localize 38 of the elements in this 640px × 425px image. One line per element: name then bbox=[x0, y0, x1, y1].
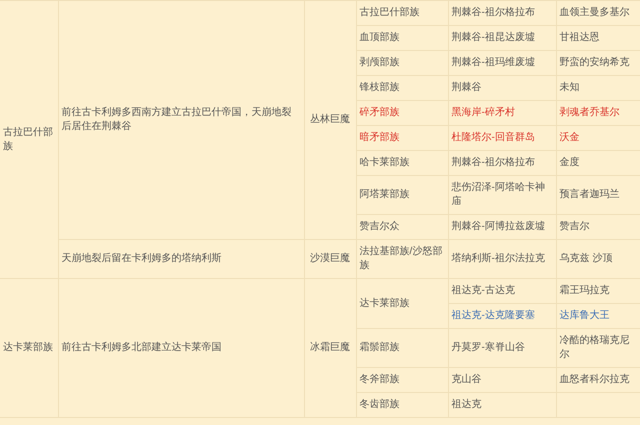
table-cell: 祖达克 bbox=[448, 392, 556, 418]
table-cell: 荆棘谷-祖尔格拉布 bbox=[448, 0, 556, 26]
table-cell: 碎矛部族 bbox=[356, 100, 448, 126]
table-cell: 阿塔莱部族 bbox=[356, 176, 448, 214]
table-cell: 克山谷 bbox=[448, 368, 556, 392]
table-cell: 悲伤沼泽-阿塔哈卡神庙 bbox=[448, 176, 556, 214]
table-cell: 血顶部族 bbox=[356, 26, 448, 50]
table-cell: 血领主曼多基尔 bbox=[556, 0, 640, 26]
table-cell: 祖达克-达克隆要塞 bbox=[448, 304, 556, 328]
table-cell: 荆棘谷-祖昆达废墟 bbox=[448, 26, 556, 50]
table-cell: 丹莫罗-寒脊山谷 bbox=[448, 328, 556, 368]
table-cell: 塔纳利斯-祖尔法拉克 bbox=[448, 240, 556, 278]
table-cell: 古拉巴什部族 bbox=[356, 0, 448, 26]
table-cell: 黑海岸-碎矛村 bbox=[448, 100, 556, 126]
table-cell: 荆棘谷-祖尔格拉布 bbox=[448, 150, 556, 176]
table-cell: 丛林巨魔 bbox=[304, 0, 356, 240]
table-cell: 暗矛部族 bbox=[356, 126, 448, 150]
table-cell: 前往古卡利姆多北部建立达卡莱帝国 bbox=[58, 278, 304, 418]
table-cell: 荆棘谷 bbox=[448, 76, 556, 100]
table-cell: 法拉基部族/沙怒部族 bbox=[356, 240, 448, 278]
table-cell: 天崩地裂后留在卡利姆多的塔纳利斯 bbox=[58, 240, 304, 278]
table-cell: 锋枝部族 bbox=[356, 76, 448, 100]
table-cell: 赞吉尔众 bbox=[356, 214, 448, 240]
table-cell: 哈卡莱部族 bbox=[356, 150, 448, 176]
table-cell: 达卡莱部族 bbox=[0, 278, 58, 418]
table-cell: 达卡莱部族 bbox=[356, 278, 448, 328]
table-cell: 剥颅部族 bbox=[356, 50, 448, 76]
table-cell: 祖达克-古达克 bbox=[448, 278, 556, 304]
table-cell: 荆棘谷-祖玛维废墟 bbox=[448, 50, 556, 76]
table-cell: 杜隆塔尔-回音群岛 bbox=[448, 126, 556, 150]
table-cell: 古拉巴什部族 bbox=[0, 0, 58, 278]
table-cell: 冰霜巨魔 bbox=[304, 278, 356, 418]
table-cell: 冬斧部族 bbox=[356, 368, 448, 392]
table-cell: 冬齿部族 bbox=[356, 392, 448, 418]
table-cell: 荆棘谷-阿博拉兹废墟 bbox=[448, 214, 556, 240]
table-cell: 沙漠巨魔 bbox=[304, 240, 356, 278]
table-cell: 前往古卡利姆多西南方建立古拉巴什帝国，天崩地裂后居住在荆棘谷 bbox=[58, 0, 304, 240]
table-cell: 霜鬃部族 bbox=[356, 328, 448, 368]
